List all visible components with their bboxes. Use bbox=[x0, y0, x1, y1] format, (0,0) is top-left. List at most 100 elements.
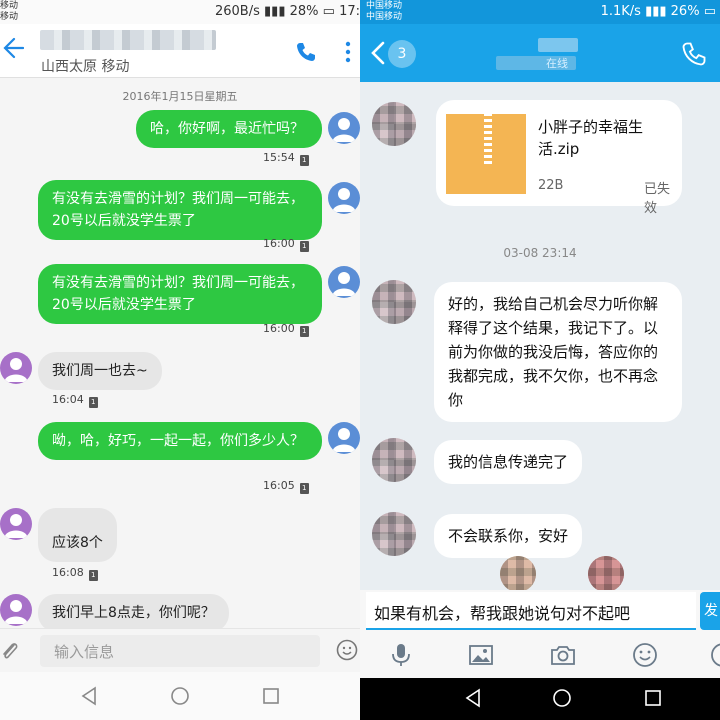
contact-location: 山西太原 移动 bbox=[41, 59, 130, 75]
carrier-line-1: 中国移动 bbox=[366, 1, 403, 11]
carrier-label: 移动 移动 bbox=[0, 1, 18, 23]
sms-app-panel: 移动 移动 260B/s ▮▮▮ 28% ▭ 17: 山西太原 移动 2016年… bbox=[0, 0, 360, 720]
file-status: 已失效 bbox=[644, 182, 671, 216]
attachment-icon[interactable] bbox=[0, 639, 20, 663]
message-input[interactable]: 如果有机会，帮我跟她说句对不起吧 bbox=[366, 592, 696, 630]
contact-avatar[interactable] bbox=[372, 438, 416, 482]
battery-level: 26% bbox=[670, 4, 700, 19]
date-divider: 2016年1月15日星期五 bbox=[122, 90, 238, 103]
nav-recents-icon[interactable] bbox=[262, 686, 280, 706]
received-message[interactable]: 我们周一也去~ bbox=[38, 352, 162, 390]
emoji-icon[interactable] bbox=[632, 642, 658, 668]
message-time: 16:00 1 bbox=[263, 322, 309, 337]
sim-icon: 1 bbox=[299, 241, 309, 252]
my-avatar bbox=[328, 182, 360, 214]
back-chevron-icon[interactable] bbox=[370, 40, 386, 66]
nav-back-icon[interactable] bbox=[80, 686, 98, 706]
contact-name-redacted bbox=[538, 38, 578, 52]
person-icon bbox=[4, 600, 28, 624]
sim-icon: 1 bbox=[88, 397, 98, 408]
more-icon[interactable] bbox=[710, 642, 720, 668]
message-time: 16:08 1 bbox=[52, 566, 98, 581]
qq-chat-panel: 中国移动 中国移动 1.1K/s ▮▮▮ 26% ▭ 3 在线 小胖子的幸福生活… bbox=[360, 0, 720, 720]
compose-bar: 输入信息 bbox=[0, 628, 360, 672]
contact-avatar bbox=[0, 594, 32, 626]
file-name: 小胖子的幸福生活.zip bbox=[538, 118, 644, 158]
phone-icon[interactable] bbox=[680, 40, 708, 68]
system-nav-bar bbox=[0, 672, 360, 720]
received-message[interactable]: 我们早上8点走，你们呢？ bbox=[38, 594, 229, 632]
message-time: 16:04 1 bbox=[52, 393, 98, 408]
more-options-icon[interactable] bbox=[344, 40, 352, 64]
carrier-line-1: 移动 bbox=[0, 1, 19, 11]
person-icon bbox=[4, 514, 28, 538]
unread-badge[interactable]: 3 bbox=[388, 40, 416, 68]
sticker-suggestions bbox=[500, 556, 630, 592]
person-icon bbox=[332, 188, 356, 212]
time-divider: 03-08 23:14 bbox=[503, 246, 577, 260]
sent-message[interactable]: 有没有去滑雪的计划？我们周一可能去，20号以后就没学生票了 bbox=[38, 180, 322, 240]
status-bar: 中国移动 中国移动 1.1K/s ▮▮▮ 26% ▭ bbox=[360, 0, 720, 24]
message-input[interactable]: 输入信息 bbox=[40, 635, 320, 667]
sent-message[interactable]: 哈，你好啊，最近忙吗？ bbox=[136, 110, 322, 148]
file-size: 22B bbox=[538, 178, 564, 193]
sent-message[interactable]: 呦，哈，好巧，一起一起，你们多少人？ bbox=[38, 422, 322, 460]
file-message[interactable]: 小胖子的幸福生活.zip 22B 已失效 bbox=[436, 100, 682, 216]
battery-icon: ▭ bbox=[322, 4, 340, 19]
contact-avatar bbox=[0, 508, 32, 540]
received-message[interactable]: 好的，我给自己机会尽力听你解释得了这个结果，我记下了。以前为你做的我没后悔，答应… bbox=[434, 282, 682, 422]
camera-icon[interactable] bbox=[550, 642, 576, 668]
sim-icon: 1 bbox=[299, 326, 309, 337]
carrier-line-2: 中国移动 bbox=[366, 12, 403, 22]
battery-level: 28% bbox=[289, 4, 319, 19]
nav-home-icon[interactable] bbox=[170, 686, 190, 706]
sim-icon: 1 bbox=[299, 483, 309, 494]
microphone-icon[interactable] bbox=[388, 642, 414, 668]
sticker-thumbnail[interactable] bbox=[588, 556, 624, 592]
message-time: 15:54 1 bbox=[263, 151, 309, 166]
nav-recents-icon[interactable] bbox=[644, 688, 662, 708]
received-message[interactable]: 应该8个 bbox=[38, 508, 117, 562]
contact-avatar[interactable] bbox=[372, 512, 416, 556]
carrier-line-2: 移动 bbox=[0, 12, 19, 22]
signal-icon: ▮▮▮ bbox=[645, 4, 671, 19]
nav-back-icon[interactable] bbox=[464, 688, 482, 708]
my-avatar bbox=[328, 112, 360, 144]
sent-message[interactable]: 有没有去滑雪的计划？我们周一可能去，20号以后就没学生票了 bbox=[38, 264, 322, 324]
received-message[interactable]: 我的信息传递完了 bbox=[434, 440, 583, 484]
my-avatar bbox=[328, 422, 360, 454]
received-message[interactable]: 不会联系你，安好 bbox=[434, 514, 583, 558]
nav-home-icon[interactable] bbox=[552, 688, 572, 708]
contact-name-redacted bbox=[40, 30, 216, 50]
zip-file-icon bbox=[446, 114, 526, 194]
emoji-icon[interactable] bbox=[336, 639, 358, 661]
image-icon[interactable] bbox=[468, 642, 494, 668]
conversation-header: 山西太原 移动 bbox=[0, 24, 360, 78]
status-bar: 移动 移动 260B/s ▮▮▮ 28% ▭ 17: bbox=[0, 0, 360, 24]
chat-header: 3 在线 bbox=[360, 24, 720, 82]
my-avatar bbox=[328, 266, 360, 298]
status-right: 1.1K/s ▮▮▮ 26% ▭ bbox=[601, 4, 716, 19]
status-right: 260B/s ▮▮▮ 28% ▭ 17: bbox=[215, 4, 360, 19]
contact-avatar[interactable] bbox=[372, 102, 416, 146]
clock: 17: bbox=[339, 4, 360, 19]
contact-avatar[interactable] bbox=[372, 280, 416, 324]
person-icon bbox=[4, 358, 28, 382]
message-time: 16:05 1 bbox=[263, 479, 309, 494]
network-speed: 1.1K/s bbox=[600, 4, 641, 19]
battery-icon: ▭ bbox=[703, 4, 716, 19]
back-arrow-icon[interactable] bbox=[2, 36, 24, 60]
input-toolbar bbox=[360, 632, 720, 678]
signal-icon: ▮▮▮ bbox=[264, 4, 290, 19]
contact-avatar bbox=[0, 352, 32, 384]
system-nav-bar bbox=[360, 678, 720, 720]
person-icon bbox=[332, 428, 356, 452]
carrier-label: 中国移动 中国移动 bbox=[366, 1, 402, 23]
send-button[interactable]: 发 bbox=[700, 592, 720, 630]
sim-icon: 1 bbox=[88, 570, 98, 581]
sim-icon: 1 bbox=[299, 155, 309, 166]
person-icon bbox=[332, 272, 356, 296]
compose-bar: 如果有机会，帮我跟她说句对不起吧 发 bbox=[360, 590, 720, 632]
sticker-thumbnail[interactable] bbox=[500, 556, 536, 592]
phone-icon[interactable] bbox=[294, 40, 318, 64]
